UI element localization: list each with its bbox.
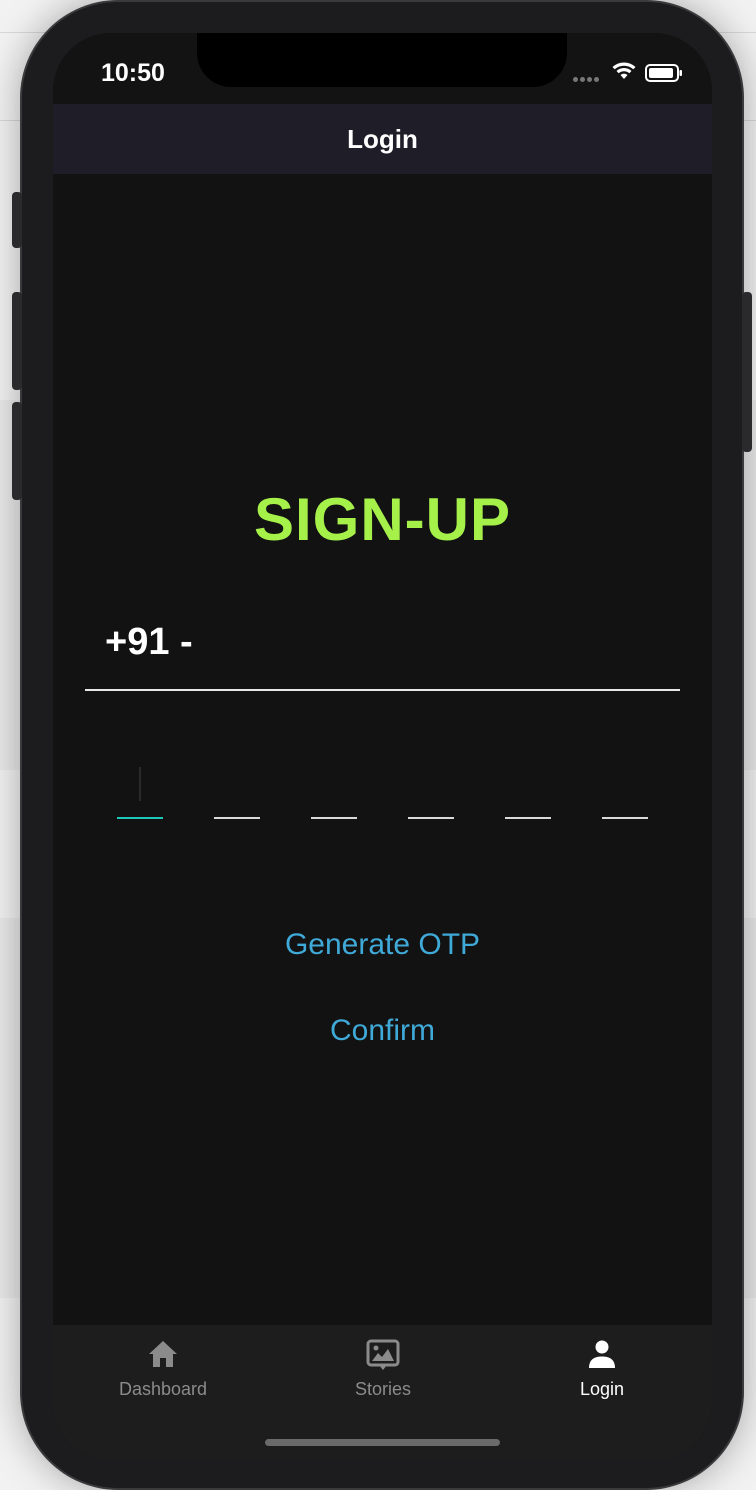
country-code-label: +91 - [105, 621, 193, 663]
tab-login[interactable]: Login [492, 1325, 712, 1415]
home-indicator [265, 1439, 500, 1446]
otp-digit-4[interactable] [408, 775, 454, 819]
confirm-button[interactable]: Confirm [53, 1013, 712, 1049]
phone-field[interactable]: +91 - [85, 615, 680, 691]
volume-down-button [12, 402, 22, 500]
otp-digit-1[interactable] [117, 767, 163, 819]
cellular-signal-icon [573, 69, 605, 82]
battery-icon [645, 64, 682, 82]
person-icon [589, 1340, 615, 1368]
stories-icon [366, 1339, 400, 1370]
phone-number-input[interactable] [215, 619, 659, 677]
tab-label: Stories [354, 1379, 412, 1399]
tab-stories[interactable]: Stories [273, 1325, 493, 1415]
otp-digit-3[interactable] [311, 775, 357, 819]
otp-digit-6[interactable] [602, 775, 648, 819]
generate-otp-button[interactable]: Generate OTP [53, 927, 712, 963]
otp-input-row [117, 767, 657, 825]
wifi-icon [612, 62, 636, 79]
signup-heading: SIGN-UP [253, 486, 512, 553]
tab-dashboard[interactable]: Dashboard [53, 1325, 273, 1415]
mute-switch [12, 192, 22, 248]
app-screen: 10:50 Login SIGN-UP +91 - Generate OTP C… [53, 33, 712, 1461]
volume-up-button [12, 292, 22, 390]
text-cursor [139, 767, 141, 801]
notch [197, 33, 567, 87]
status-time: 10:50 [101, 59, 165, 87]
tab-label: Login [579, 1379, 625, 1399]
otp-digit-5[interactable] [505, 775, 551, 819]
tab-label: Dashboard [118, 1379, 208, 1399]
nav-bar: Login [53, 104, 712, 174]
page-title: Login [347, 123, 418, 154]
power-button [742, 292, 752, 452]
home-icon [149, 1341, 177, 1367]
otp-digit-2[interactable] [214, 775, 260, 819]
